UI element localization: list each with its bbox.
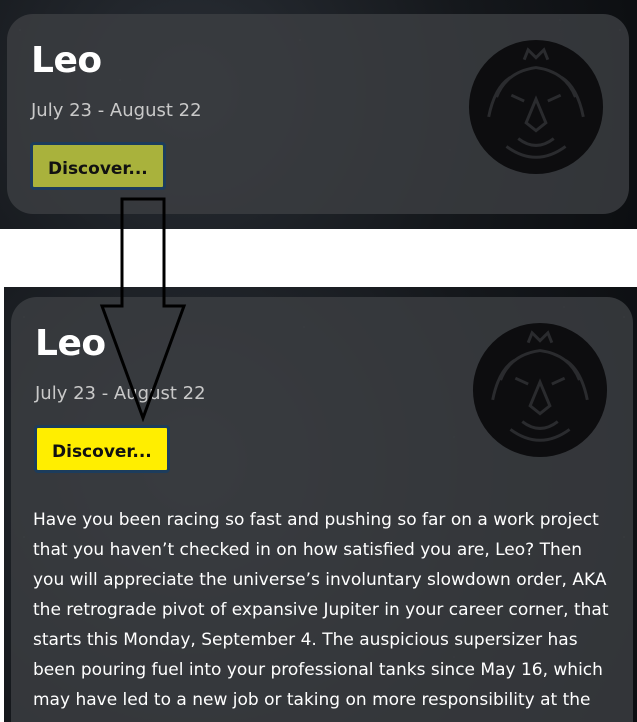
sign-title: Leo — [35, 323, 106, 364]
sign-dates: July 23 - August 22 — [31, 100, 202, 121]
sign-dates: July 23 - August 22 — [35, 383, 206, 404]
sign-title: Leo — [31, 40, 102, 81]
discover-button[interactable]: Discover... — [34, 425, 170, 473]
discover-button[interactable]: Discover... — [30, 142, 166, 190]
lion-head-icon — [468, 39, 604, 175]
after-state-panel: Leo July 23 - August 22 Discover... Have… — [4, 287, 637, 722]
zodiac-card-collapsed: Leo July 23 - August 22 Discover... — [7, 14, 629, 214]
zodiac-card-expanded: Leo July 23 - August 22 Discover... Have… — [11, 297, 633, 722]
before-state-panel: Leo July 23 - August 22 Discover... — [0, 0, 637, 229]
lion-head-icon — [472, 322, 608, 458]
horoscope-text: Have you been racing so fast and pushing… — [33, 510, 609, 710]
